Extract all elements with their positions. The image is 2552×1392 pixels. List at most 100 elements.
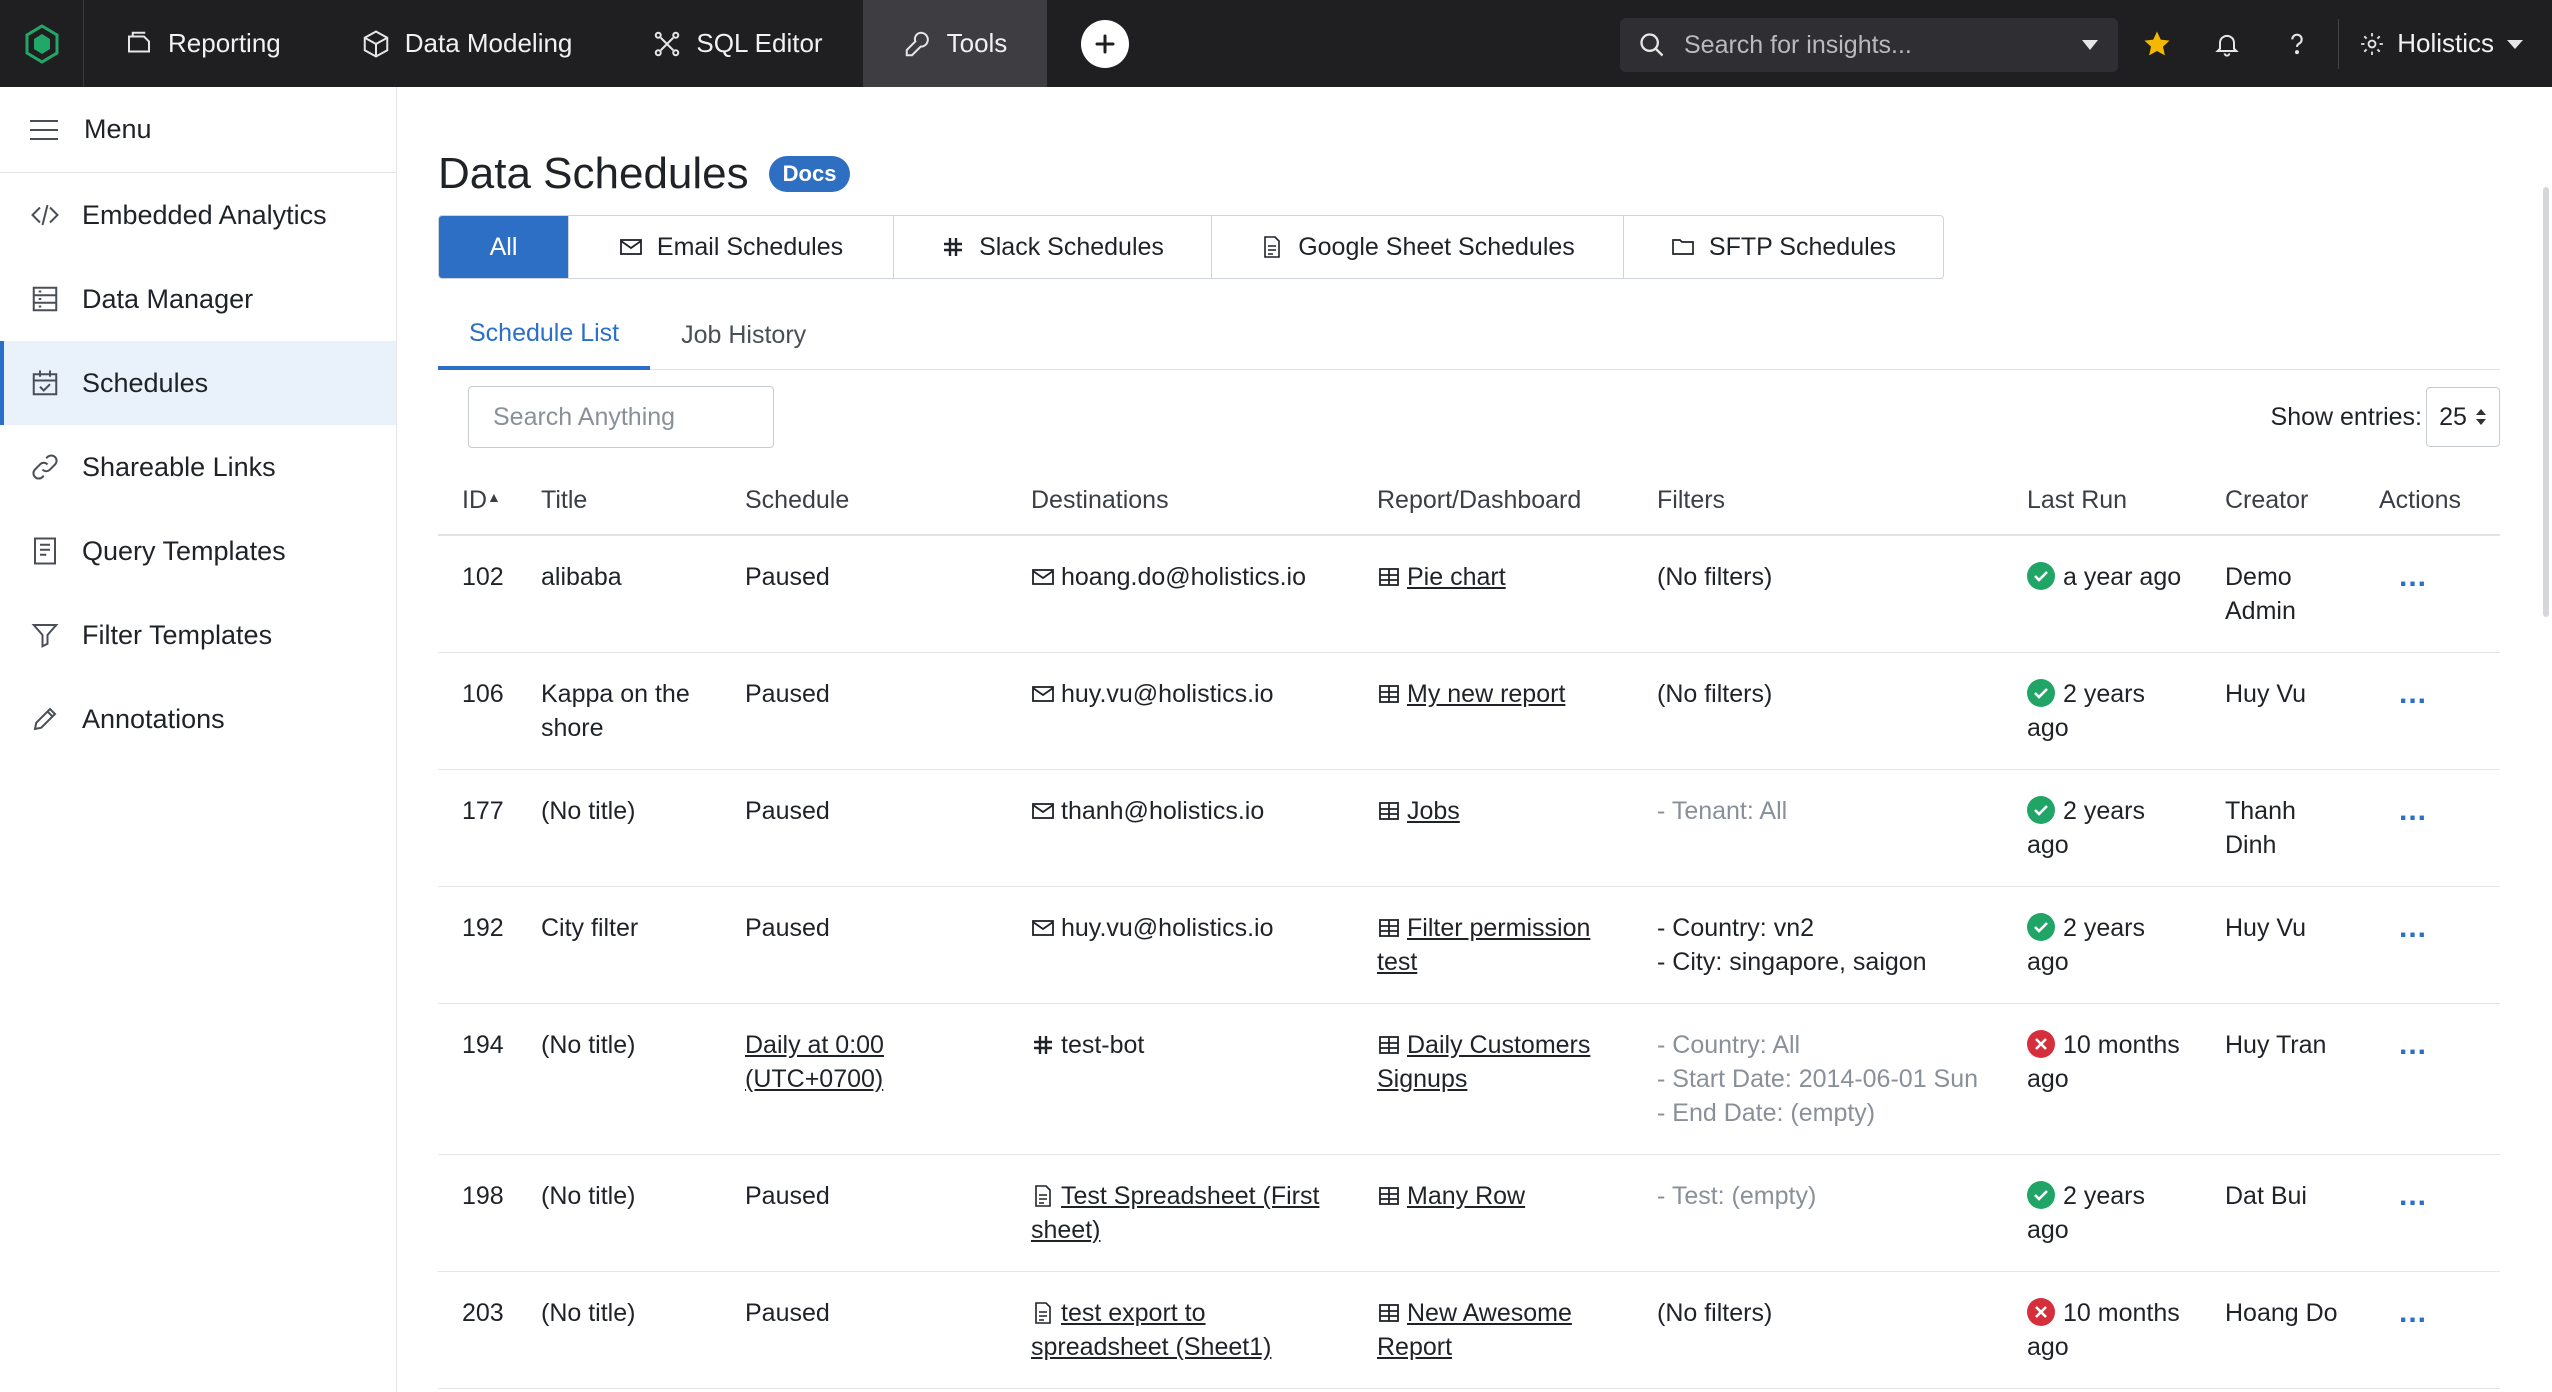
column-header-title[interactable]: Title bbox=[517, 467, 721, 536]
tab-google-sheet-schedules[interactable]: Google Sheet Schedules bbox=[1212, 216, 1624, 278]
help-button[interactable] bbox=[2262, 0, 2332, 87]
report-link[interactable]: Jobs bbox=[1407, 797, 1460, 825]
holistics-logo[interactable] bbox=[0, 0, 84, 87]
tab-job-history[interactable]: Job History bbox=[650, 301, 837, 370]
tab-label: All bbox=[489, 232, 518, 261]
sidebar-item-label: Shareable Links bbox=[82, 451, 276, 482]
table-icon bbox=[1379, 1304, 1399, 1322]
tab-slack-schedules[interactable]: Slack Schedules bbox=[894, 216, 1212, 278]
insights-search-input[interactable] bbox=[1684, 30, 2062, 60]
destination-value[interactable]: test export to spreadsheet (Sheet1) bbox=[1031, 1299, 1271, 1361]
column-header-schedule[interactable]: Schedule bbox=[721, 467, 1007, 536]
cell-report: Many Row bbox=[1353, 1154, 1633, 1272]
report-link[interactable]: Many Row bbox=[1407, 1182, 1525, 1210]
tab-schedule-list[interactable]: Schedule List bbox=[438, 301, 651, 370]
sidebar-item-embedded-analytics[interactable]: Embedded Analytics bbox=[0, 173, 396, 257]
column-header-destinations[interactable]: Destinations bbox=[1007, 467, 1353, 536]
chevron-down-icon[interactable] bbox=[2080, 38, 2100, 52]
nav-tools[interactable]: Tools bbox=[862, 0, 1048, 87]
cell-creator: Dat Bui bbox=[2201, 1154, 2355, 1272]
sidebar-item-filter-templates[interactable]: Filter Templates bbox=[0, 593, 396, 677]
tab-all[interactable]: All bbox=[439, 216, 569, 278]
success-icon bbox=[2027, 796, 2055, 824]
cell-title: Kappa on the shore bbox=[517, 652, 721, 770]
chevron-down-icon bbox=[2507, 39, 2523, 49]
row-actions-button[interactable]: ... bbox=[2379, 677, 2427, 710]
destination-value: huy.vu@holistics.io bbox=[1061, 680, 1274, 708]
cell-last-run: 2 years ago bbox=[2003, 769, 2201, 887]
cell-title: (No title) bbox=[517, 769, 721, 887]
table-row: 194 (No title) Daily at 0:00 (UTC+0700) tes… bbox=[438, 1003, 2500, 1155]
cell-report: My new report bbox=[1353, 652, 1633, 770]
row-actions-button[interactable]: ... bbox=[2379, 794, 2427, 827]
filter-line: (No filters) bbox=[1657, 563, 1773, 591]
table-row: 106 Kappa on the shore Paused huy.vu@holist… bbox=[438, 652, 2500, 770]
report-link[interactable]: My new report bbox=[1407, 680, 1565, 708]
scrollbar-thumb[interactable] bbox=[2543, 187, 2549, 617]
create-new-button[interactable] bbox=[1081, 19, 1130, 68]
sidebar-item-label: Schedules bbox=[82, 367, 209, 398]
page-scrollbar[interactable] bbox=[2538, 87, 2552, 1392]
nav-tools-label: Tools bbox=[946, 28, 1008, 58]
destination-value: hoang.do@holistics.io bbox=[1061, 563, 1306, 591]
filter-line: (No filters) bbox=[1657, 680, 1773, 708]
entries-select[interactable]: 25 bbox=[2426, 387, 2500, 447]
nav-reporting[interactable]: Reporting bbox=[84, 0, 321, 87]
sidebar-item-query-templates[interactable]: Query Templates bbox=[0, 509, 396, 593]
report-link[interactable]: Daily Customers Signups bbox=[1377, 1031, 1590, 1093]
schedule-search-input[interactable] bbox=[468, 386, 774, 448]
cell-filters: (No filters) bbox=[1633, 652, 2003, 770]
schedule-value[interactable]: Daily at 0:00 (UTC+0700) bbox=[745, 1031, 884, 1093]
column-header-creator[interactable]: Creator bbox=[2201, 467, 2355, 536]
page-header: Data Schedules Docs bbox=[438, 149, 851, 199]
success-icon bbox=[2027, 679, 2055, 707]
cell-filters: - Country: All - Start Date: 2014-06-01 S… bbox=[1633, 1003, 2003, 1155]
cell-id: 106 bbox=[438, 652, 517, 770]
sidebar-item-shareable-links[interactable]: Shareable Links bbox=[0, 425, 396, 509]
cell-schedule: Paused bbox=[721, 886, 1007, 1004]
docs-badge[interactable]: Docs bbox=[768, 156, 851, 192]
tab-sftp-schedules[interactable]: SFTP Schedules bbox=[1624, 216, 1943, 278]
sidebar-item-label: Query Templates bbox=[82, 535, 286, 566]
envelope-icon bbox=[1032, 920, 1054, 936]
schedules-table: ID▲ Title Schedule Destinations Report/D… bbox=[438, 467, 2500, 1389]
row-actions-button[interactable]: ... bbox=[2379, 560, 2427, 593]
notifications-button[interactable] bbox=[2192, 0, 2262, 87]
row-actions-button[interactable]: ... bbox=[2379, 911, 2427, 944]
column-header-last-run[interactable]: Last Run bbox=[2003, 467, 2201, 536]
nav-sql-editor[interactable]: SQL Editor bbox=[612, 0, 862, 87]
row-actions-button[interactable]: ... bbox=[2379, 1028, 2427, 1061]
report-link[interactable]: Pie chart bbox=[1407, 563, 1506, 591]
plus-icon bbox=[1095, 34, 1115, 53]
row-actions-button[interactable]: ... bbox=[2379, 1296, 2427, 1329]
cell-schedule: Paused bbox=[721, 1271, 1007, 1389]
report-link[interactable]: Filter permission test bbox=[1377, 914, 1590, 976]
tab-email-schedules[interactable]: Email Schedules bbox=[569, 216, 894, 278]
column-header-report[interactable]: Report/Dashboard bbox=[1353, 467, 1633, 536]
sql-editor-icon bbox=[655, 31, 680, 56]
table-row: 192 City filter Paused huy.vu@holistics.io F… bbox=[438, 886, 2500, 1004]
favorites-button[interactable] bbox=[2122, 0, 2192, 87]
insights-search[interactable] bbox=[1620, 18, 2118, 72]
row-actions-button[interactable]: ... bbox=[2379, 1179, 2427, 1212]
cell-destination: thanh@holistics.io bbox=[1007, 769, 1353, 887]
cell-id: 198 bbox=[438, 1154, 517, 1272]
nav-data-modeling[interactable]: Data Modeling bbox=[321, 0, 613, 87]
destination-value[interactable]: Test Spreadsheet (First sheet) bbox=[1031, 1182, 1319, 1244]
cell-report: Jobs bbox=[1353, 769, 1633, 887]
cell-schedule: Paused bbox=[721, 1154, 1007, 1272]
column-header-id[interactable]: ID▲ bbox=[438, 467, 517, 536]
account-menu[interactable]: Holistics bbox=[2345, 28, 2552, 59]
report-link[interactable]: New Awesome Report bbox=[1377, 1299, 1572, 1361]
envelope-icon bbox=[1032, 569, 1054, 585]
table-icon bbox=[1379, 919, 1399, 937]
calendar-check-icon bbox=[32, 370, 58, 396]
sidebar-item-schedules[interactable]: Schedules bbox=[0, 341, 396, 425]
cell-last-run: 2 years ago bbox=[2003, 886, 2201, 1004]
sidebar-item-annotations[interactable]: Annotations bbox=[0, 677, 396, 761]
cell-id: 194 bbox=[438, 1003, 517, 1155]
column-header-filters[interactable]: Filters bbox=[1633, 467, 2003, 536]
cell-actions: ... bbox=[2355, 769, 2500, 887]
sidebar-item-data-manager[interactable]: Data Manager bbox=[0, 257, 396, 341]
menu-toggle[interactable]: Menu bbox=[0, 87, 396, 173]
